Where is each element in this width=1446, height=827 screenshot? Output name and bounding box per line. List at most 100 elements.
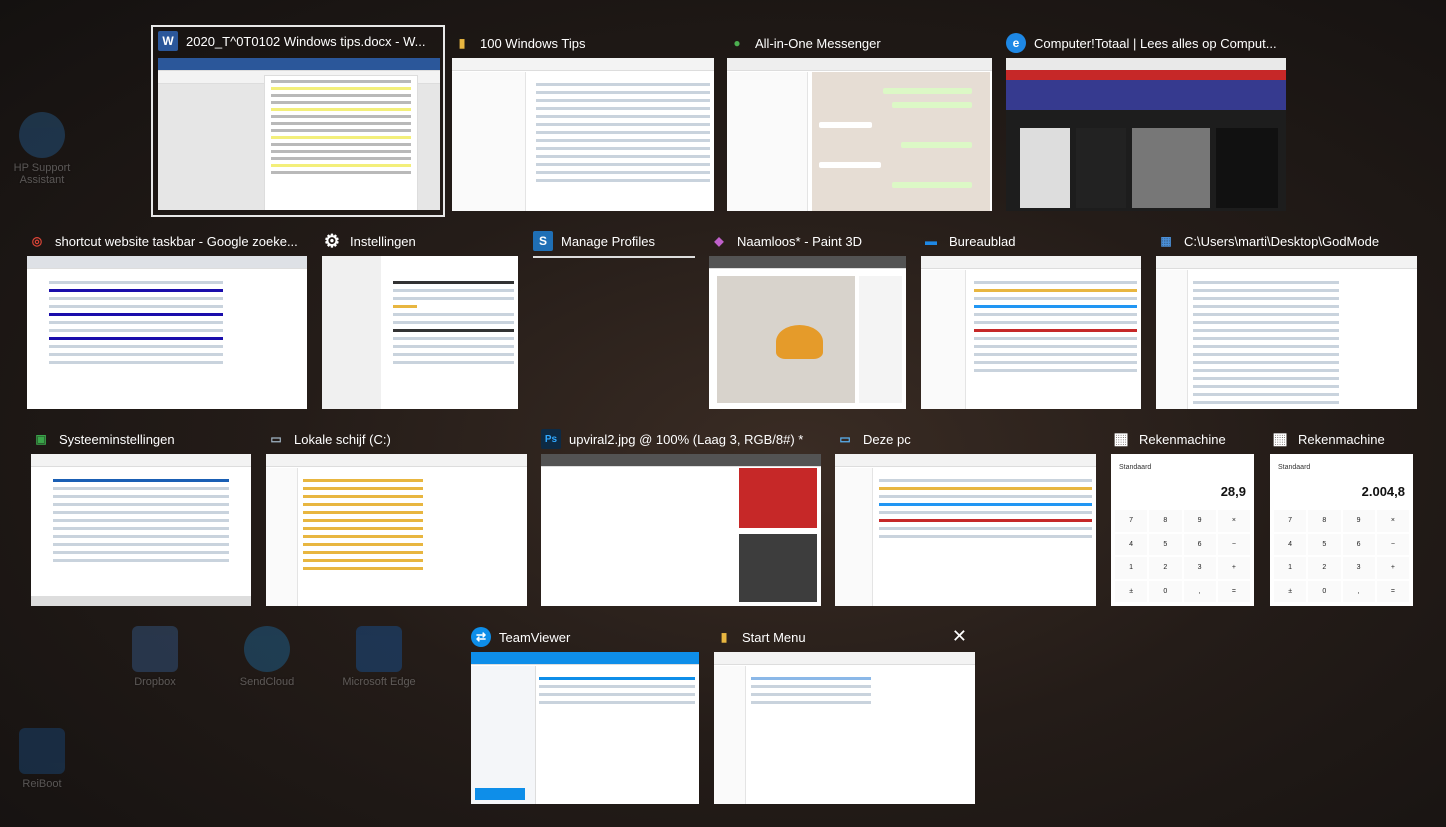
window-thumbnail (921, 256, 1141, 409)
teamviewer-icon: ⇄ (471, 627, 491, 647)
profiles-icon: S (533, 231, 553, 251)
task-window-godmode[interactable]: ▦ C:\Users\marti\Desktop\GodMode (1156, 226, 1417, 409)
calc-key: ± (1274, 580, 1307, 602)
edge-icon: e (1006, 33, 1026, 53)
window-thumbnail (27, 256, 307, 409)
task-window-photoshop[interactable]: Ps upviral2.jpg @ 100% (Laag 3, RGB/8#) … (541, 424, 821, 606)
task-window-paint-3d[interactable]: ◆ Naamloos* - Paint 3D (709, 226, 906, 409)
calc-mode-label: Standaard (1119, 464, 1152, 471)
reiboot-icon (19, 728, 65, 774)
window-thumbnail: Standaard 2.004,8 7 8 9 × 4 5 6− 1 2 3 + ±0, = (1270, 454, 1413, 606)
calc-key: 1 (1274, 557, 1307, 579)
window-thumbnail (266, 454, 527, 606)
task-window-all-in-one-messenger[interactable]: ● All-in-One Messenger (727, 28, 992, 212)
task-window-lokale-schijf[interactable]: ▭ Lokale schijf (C:) (266, 424, 527, 606)
window-title: upviral2.jpg @ 100% (Laag 3, RGB/8#) * (569, 431, 804, 447)
task-window-100-windows-tips[interactable]: ▮ 100 Windows Tips (452, 28, 714, 212)
desktop-icon-reiboot[interactable]: ReiBoot (2, 728, 82, 790)
calc-keypad: 7 8 9 × 4 5 6− 1 2 3 + ±0, = (1115, 510, 1250, 602)
window-title: C:\Users\marti\Desktop\GodMode (1184, 233, 1380, 249)
desktop-icon-label: HP Support Assistant (13, 162, 71, 186)
window-thumbnail (541, 454, 821, 606)
close-icon[interactable]: ✕ (952, 626, 967, 646)
desktop-icon-label: Dropbox (134, 676, 176, 688)
task-window-bureaublad[interactable]: ▬ Bureaublad (921, 226, 1141, 409)
calc-display: 2.004,8 (1361, 484, 1405, 499)
calc-mode-label: Standaard (1278, 464, 1311, 471)
desktop-icon-dropbox[interactable]: Dropbox (115, 626, 195, 688)
desktop-icon-label: ReiBoot (22, 778, 62, 790)
desktop-icon-label: SendCloud (239, 676, 295, 688)
window-title: All-in-One Messenger (755, 35, 881, 51)
window-title: Naamloos* - Paint 3D (737, 233, 862, 249)
calc-key: 2 (1149, 557, 1182, 579)
calc-key: 9 (1342, 510, 1375, 532)
window-thumbnail (1006, 58, 1286, 211)
desktop-icon-edge[interactable]: Microsoft Edge (339, 626, 419, 688)
calc-key: − (1376, 533, 1409, 555)
desktop-icon-hp-support[interactable]: HP Support Assistant (2, 112, 82, 186)
task-window-computer-totaal[interactable]: e Computer!Totaal | Lees alles op Comput… (1006, 28, 1286, 212)
task-window-instellingen[interactable]: ⚙ Instellingen (322, 226, 518, 409)
calculator-icon: ▦ (1113, 431, 1129, 448)
window-title: Rekenmachine (1139, 431, 1226, 447)
system-icon: ▣ (35, 432, 47, 446)
task-window-word[interactable]: W 2020_T^0T0102 Windows tips.docx - W... (151, 25, 445, 217)
calc-key: 1 (1115, 557, 1148, 579)
calc-key: 4 (1115, 533, 1148, 555)
sendcloud-icon (244, 626, 290, 672)
window-thumbnail (31, 454, 251, 606)
hp-support-icon (19, 112, 65, 158)
calculator-icon: ▦ (1272, 431, 1288, 448)
task-window-start-menu[interactable]: ▮ Start Menu ✕ (714, 622, 975, 804)
window-thumbnail (471, 652, 699, 804)
calc-key: 6 (1342, 533, 1375, 555)
window-title: Instellingen (350, 233, 416, 249)
task-window-manage-profiles[interactable]: S Manage Profiles (533, 226, 695, 260)
window-title: Lokale schijf (C:) (294, 431, 391, 447)
window-title: Rekenmachine (1298, 431, 1385, 447)
window-thumbnail (452, 58, 714, 211)
task-window-rekenmachine-2[interactable]: ▦ Rekenmachine Standaard 2.004,8 7 8 9 × 45… (1270, 424, 1413, 606)
calc-key: = (1376, 580, 1409, 602)
calc-key: 0 (1149, 580, 1182, 602)
calc-key: 6 (1183, 533, 1216, 555)
calc-key: + (1376, 557, 1409, 579)
window-thumbnail (322, 256, 518, 409)
desktop-icon-sendcloud[interactable]: SendCloud (227, 626, 307, 688)
computer-icon: ▭ (839, 432, 851, 446)
chrome-icon: ◎ (31, 234, 43, 248)
drive-icon: ▭ (270, 432, 282, 446)
task-window-rekenmachine-1[interactable]: ▦ Rekenmachine Standaard 28,9 7 8 9 × 4 5 6− … (1111, 424, 1254, 606)
folder-icon: ▮ (720, 630, 728, 644)
window-title: Bureaublad (949, 233, 1016, 249)
word-icon: W (158, 31, 178, 51)
window-title: Manage Profiles (561, 233, 655, 249)
window-thumbnail (835, 454, 1096, 606)
calc-key: 8 (1308, 510, 1341, 532)
window-title: Deze pc (863, 431, 911, 447)
gear-icon: ⚙ (323, 230, 341, 251)
task-window-systeeminstellingen[interactable]: ▣ Systeeminstellingen (31, 424, 251, 606)
window-thumbnail (709, 256, 906, 409)
calc-key: 0 (1308, 580, 1341, 602)
dropbox-icon (132, 626, 178, 672)
calc-keypad: 7 8 9 × 4 5 6− 1 2 3 + ±0, = (1274, 510, 1409, 602)
task-window-deze-pc[interactable]: ▭ Deze pc (835, 424, 1096, 606)
task-window-teamviewer[interactable]: ⇄ TeamViewer (471, 622, 699, 804)
calc-key: ± (1115, 580, 1148, 602)
calc-key: 5 (1308, 533, 1341, 555)
calc-key: × (1217, 510, 1250, 532)
calc-key: 8 (1149, 510, 1182, 532)
window-thumbnail (727, 58, 992, 211)
window-title: Start Menu (742, 629, 806, 645)
desktop-folder-icon: ▬ (925, 234, 937, 248)
desktop-icon-label: Microsoft Edge (342, 676, 416, 688)
calc-key: 3 (1342, 557, 1375, 579)
folder-icon: ▮ (458, 36, 466, 50)
photoshop-icon: Ps (541, 429, 561, 449)
calc-key: 4 (1274, 533, 1307, 555)
window-title: 2020_T^0T0102 Windows tips.docx - W... (186, 33, 426, 49)
task-window-google-search[interactable]: ◎ shortcut website taskbar - Google zoek… (27, 226, 307, 409)
calc-key: × (1376, 510, 1409, 532)
